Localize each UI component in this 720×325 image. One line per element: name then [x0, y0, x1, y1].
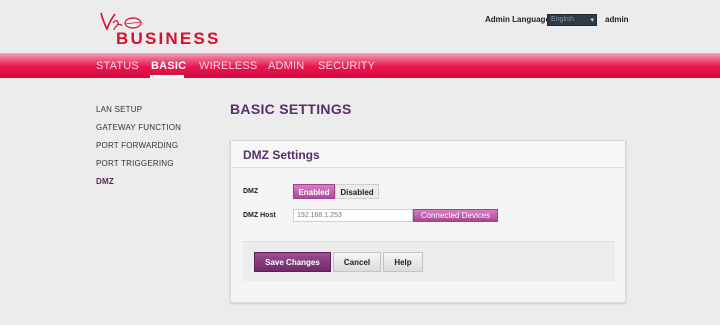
dmz-label: DMZ [243, 188, 259, 195]
help-button[interactable]: Help [383, 252, 423, 272]
sidebar-item-port-triggering[interactable]: PORT TRIGGERING [96, 159, 174, 168]
language-value: English [551, 16, 574, 23]
sidebar-item-port-forwarding[interactable]: PORT FORWARDING [96, 141, 178, 150]
dmz-host-label: DMZ Host [243, 212, 276, 219]
panel-header: DMZ Settings [231, 141, 625, 168]
nav-admin[interactable]: ADMIN [268, 60, 304, 72]
cancel-button[interactable]: Cancel [333, 252, 381, 272]
chevron-down-icon: ▾ [590, 17, 594, 24]
connected-devices-button[interactable]: Connected Devices [413, 209, 498, 222]
nav-wireless[interactable]: WIRELESS [199, 60, 257, 72]
brand-text: BUSINESS [116, 29, 221, 48]
active-tab-indicator [150, 75, 184, 78]
main-nav: STATUS BASIC WIRELESS ADMIN SECURITY [0, 53, 720, 78]
page-title: BASIC SETTINGS [230, 101, 352, 117]
sidebar-item-gateway-function[interactable]: GATEWAY FUNCTION [96, 123, 181, 132]
sidebar-item-dmz[interactable]: DMZ [96, 177, 114, 186]
admin-user-link[interactable]: admin [605, 15, 629, 24]
virgin-business-logo[interactable]: BUSINESS [93, 9, 233, 49]
dmz-host-input[interactable]: 192.168.1.253 [293, 209, 413, 222]
dmz-enabled-toggle[interactable]: Enabled [293, 184, 335, 199]
admin-language-select[interactable]: English ▾ [547, 14, 597, 26]
dmz-settings-panel: DMZ Settings DMZ Enabled Disabled DMZ Ho… [230, 140, 626, 303]
sidebar-item-lan-setup[interactable]: LAN SETUP [96, 105, 142, 114]
dmz-disabled-toggle[interactable]: Disabled [335, 184, 379, 199]
action-bar: Save Changes Cancel Help [243, 241, 615, 281]
nav-status[interactable]: STATUS [96, 60, 139, 72]
nav-basic[interactable]: BASIC [151, 60, 186, 72]
save-changes-button[interactable]: Save Changes [254, 252, 331, 272]
header: BUSINESS Admin Language: English ▾ admin [0, 0, 720, 53]
panel-title: DMZ Settings [243, 148, 320, 162]
nav-security[interactable]: SECURITY [318, 60, 375, 72]
admin-language-label: Admin Language: [485, 15, 553, 24]
